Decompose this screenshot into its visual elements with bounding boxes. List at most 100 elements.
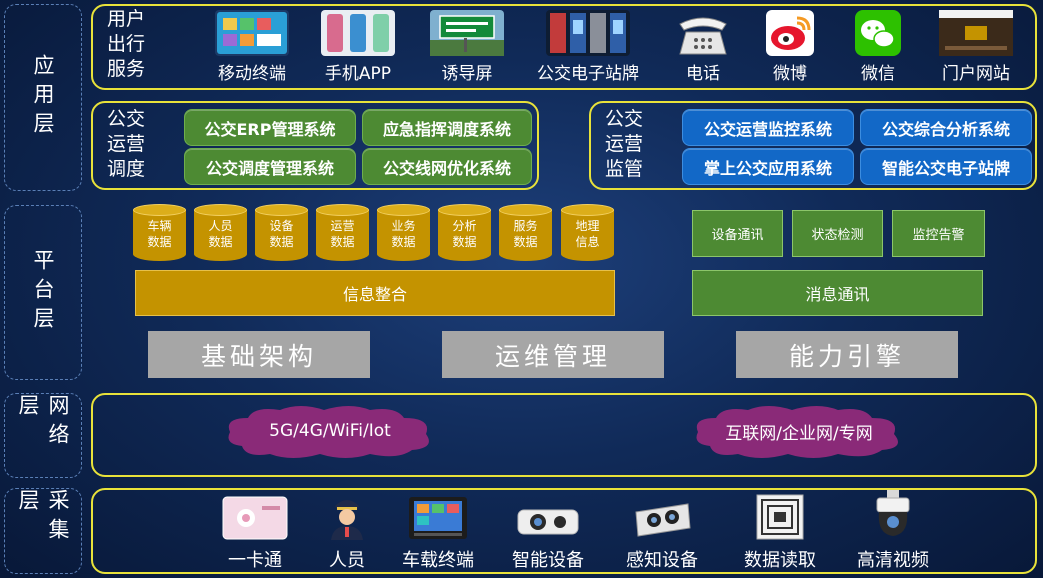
system-emergency-dispatch: 应急指挥调度系统 [362, 109, 532, 146]
monitoring-title-line: 公交 [605, 108, 644, 130]
database-operation: 运营 数据 [316, 204, 369, 261]
wired-network-label: 互联网/企业网/专网 [725, 423, 873, 444]
database-service: 服务 数据 [499, 204, 552, 261]
collection-item-label: 高清视频 [857, 550, 929, 571]
layer-label-network-text: 网络层 [16, 394, 70, 452]
collection-item-label: 感知设备 [626, 550, 698, 571]
database-label: 信息 [575, 235, 600, 249]
layer-label-application: 应用层 [4, 4, 82, 191]
service-item-label: 微信 [861, 64, 895, 84]
database-personnel: 人员 数据 [194, 204, 247, 261]
hd-camera-icon [838, 490, 948, 540]
database-geographic: 地理 信息 [561, 204, 614, 261]
system-bus-dispatch-management: 公交调度管理系统 [184, 148, 356, 185]
mobile-terminal-icon [215, 10, 289, 56]
rfid-reader-icon [725, 494, 835, 540]
telephone-icon [666, 10, 740, 56]
collection-item-sensor-device: 感知设备 [607, 494, 717, 572]
layer-label-collection-text: 采集层 [16, 489, 70, 547]
guidance-screen-icon [430, 10, 504, 56]
electronic-stop-sign-icon [546, 10, 630, 56]
collection-item-label: 数据读取 [744, 550, 816, 571]
database-label: 数据 [391, 235, 416, 249]
database-label: 数据 [269, 235, 294, 249]
comm-monitoring-alarm: 监控告警 [892, 210, 985, 257]
service-item-telephone: 电话 [655, 10, 751, 84]
portal-website-icon [939, 10, 1013, 56]
user-services-title-line: 出行 [107, 33, 146, 55]
system-operation-monitoring: 公交运营监控系统 [682, 109, 854, 146]
database-label: 设备 [269, 219, 294, 233]
system-smart-stop-sign: 智能公交电子站牌 [860, 148, 1032, 185]
user-services-title-line: 用户 [107, 8, 146, 30]
collection-item-smart-device: 智能设备 [493, 494, 603, 572]
system-comprehensive-analysis: 公交综合分析系统 [860, 109, 1032, 146]
dispatch-title-line: 运营 [107, 133, 146, 155]
system-route-network-optimization: 公交线网优化系统 [362, 148, 532, 185]
database-label: 人员 [208, 219, 233, 233]
collection-item-label: 车载终端 [402, 550, 474, 571]
layer-label-application-text: 应用层 [31, 54, 55, 141]
database-label: 数据 [513, 235, 538, 249]
wechat-icon [841, 10, 915, 56]
monitoring-title: 公交 运营 监管 [605, 107, 643, 182]
database-label: 业务 [391, 219, 416, 233]
service-item-weibo: 微博 [742, 10, 838, 84]
wireless-network-cloud: 5G/4G/WiFi/Iot [220, 402, 440, 460]
database-business: 业务 数据 [377, 204, 430, 261]
smartphone-icon [321, 10, 395, 56]
database-label: 数据 [330, 235, 355, 249]
database-label: 运营 [330, 219, 355, 233]
database-analysis: 分析 数据 [438, 204, 491, 261]
service-item-label: 公交电子站牌 [537, 64, 639, 84]
service-item-label: 微博 [773, 64, 807, 84]
database-label: 分析 [452, 219, 477, 233]
service-item-label: 电话 [686, 64, 720, 84]
layer-label-network: 网络层 [4, 393, 82, 478]
user-services-title-line: 服务 [107, 58, 146, 80]
database-label: 地理 [575, 219, 600, 233]
vehicle-terminal-icon [383, 494, 493, 540]
layer-label-platform-text: 平台层 [31, 249, 55, 336]
comm-status-detection: 状态检测 [792, 210, 883, 257]
dispatch-title-line: 调度 [107, 158, 146, 180]
database-vehicle: 车辆 数据 [133, 204, 186, 261]
monitoring-title-line: 监管 [605, 158, 644, 180]
database-label: 数据 [208, 235, 233, 249]
system-mobile-bus-app: 掌上公交应用系统 [682, 148, 854, 185]
sensor-device-icon [607, 494, 717, 540]
service-item-mobile-terminal: 移动终端 [204, 10, 300, 84]
collection-item-rfid-reader: 数据读取 [725, 494, 835, 572]
database-label: 数据 [147, 235, 172, 249]
database-label: 车辆 [147, 219, 172, 233]
collection-item-label: 智能设备 [512, 550, 584, 571]
layer-label-collection: 采集层 [4, 488, 82, 574]
collection-item-vehicle-terminal: 车载终端 [383, 494, 493, 572]
service-item-portal-website: 门户网站 [926, 10, 1026, 84]
service-item-phone-app: 手机APP [310, 10, 406, 84]
service-item-label: 诱导屏 [441, 64, 493, 84]
wireless-network-label: 5G/4G/WiFi/Iot [269, 421, 391, 441]
service-item-guidance-screen: 诱导屏 [419, 10, 515, 84]
service-item-label: 手机APP [324, 64, 392, 84]
collection-item-hd-camera: 高清视频 [838, 490, 948, 572]
dispatch-title-line: 公交 [107, 108, 146, 130]
wired-network-cloud: 互联网/企业网/专网 [688, 402, 910, 460]
database-label: 数据 [452, 235, 477, 249]
user-services-title: 用户 出行 服务 [107, 7, 145, 82]
service-item-wechat: 微信 [830, 10, 926, 84]
service-item-label: 移动终端 [218, 64, 286, 84]
weibo-icon [753, 10, 827, 56]
monitoring-title-line: 运营 [605, 133, 644, 155]
service-item-electronic-stop-sign: 公交电子站牌 [528, 10, 648, 84]
database-label: 服务 [513, 219, 538, 233]
dispatch-title: 公交 运营 调度 [107, 107, 145, 182]
smart-device-icon [493, 494, 603, 540]
comm-device-communication: 设备通讯 [692, 210, 783, 257]
foundation-capability-engine: 能力引擎 [736, 331, 958, 378]
database-equipment: 设备 数据 [255, 204, 308, 261]
service-item-label: 门户网站 [942, 64, 1010, 84]
layer-label-platform: 平台层 [4, 205, 82, 380]
info-integration-bar: 信息整合 [135, 270, 615, 316]
system-erp-management: 公交ERP管理系统 [184, 109, 356, 146]
